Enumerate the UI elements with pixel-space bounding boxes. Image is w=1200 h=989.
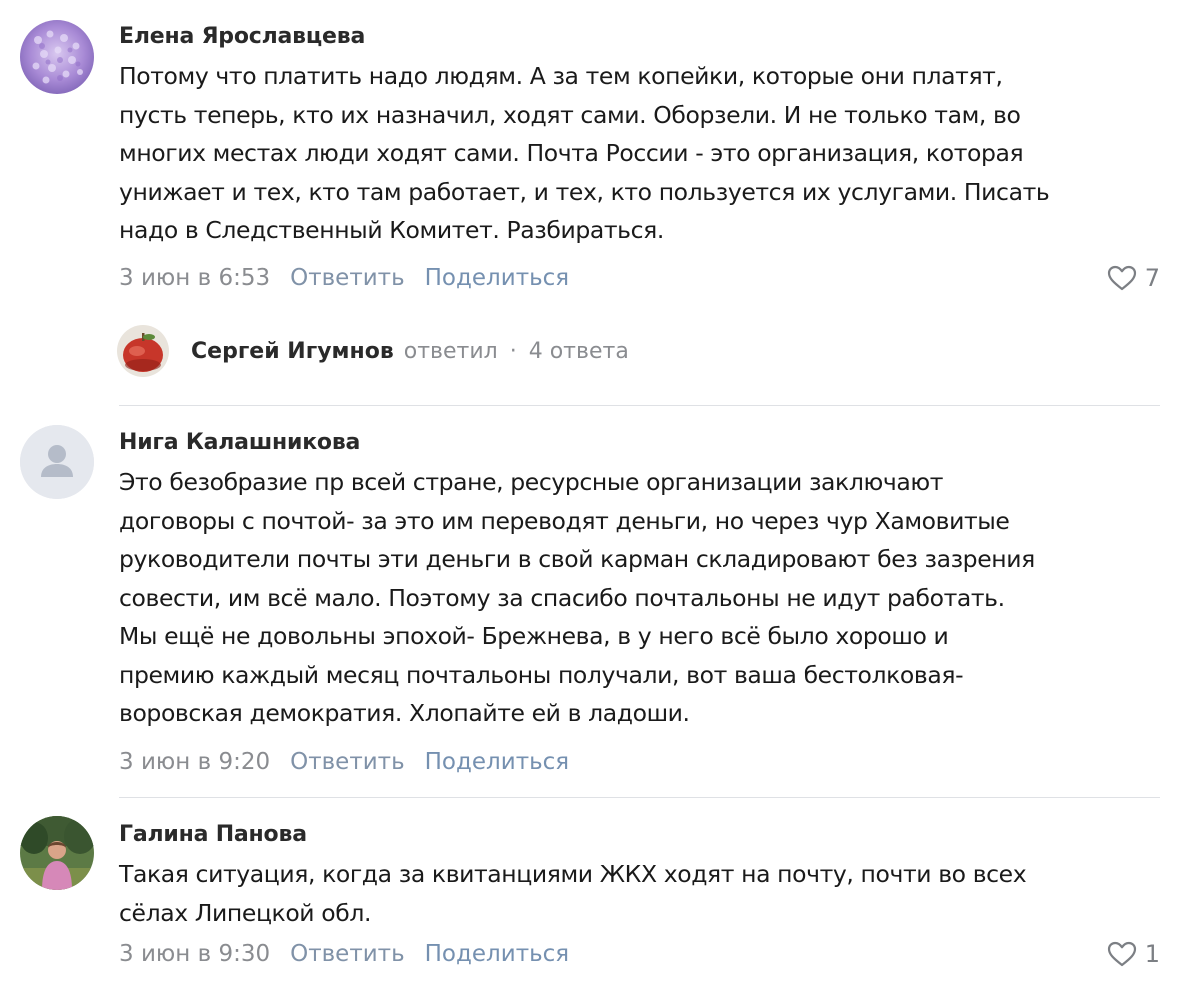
comment-date[interactable]: 3 июн в 6:53 [119,265,270,291]
comment: Нига Калашникова Это безобразие пр всей … [0,406,1200,796]
comment-text-line: сёлах Липецкой обл. [119,898,372,927]
apple-avatar-image [117,325,169,377]
comment-text-line: руководители почты эти деньги в свой кар… [119,545,1035,573]
comment-author[interactable]: Галина Панова [119,822,307,847]
avatar[interactable] [20,816,94,890]
replies-count[interactable]: 4 ответа [529,339,629,364]
replies-thread[interactable]: Сергей Игумнов ответил · 4 ответа [117,325,629,377]
comment: Елена Ярославцева Потому что платить над… [0,0,1200,400]
share-button[interactable]: Поделиться [425,941,570,967]
like-count: 1 [1144,940,1160,968]
like-button[interactable]: 7 [1107,264,1160,292]
comment-date[interactable]: 3 июн в 9:30 [119,941,270,967]
replier-avatar [117,325,169,377]
comment-text-line: Это безобразие пр всей стране, ресурсные… [119,468,944,496]
like-button[interactable]: 1 [1107,940,1160,968]
avatar[interactable] [20,425,94,499]
heart-outline-icon [1107,265,1136,291]
comment-text-line: премию каждый месяц почтальоны получали,… [119,660,964,689]
user-silhouette-icon [20,425,94,499]
like-count: 7 [1144,264,1160,292]
separator-dot: · [509,338,517,364]
comment-text: Это безобразие пр всей стране, ресурсные… [119,463,1179,733]
comment-meta: 3 июн в 6:53 Ответить Поделиться [119,265,589,291]
replied-label: ответил [403,338,498,364]
comment-text: Такая ситуация, когда за квитанциями ЖКХ… [119,855,1179,932]
comment-text-line: пусть теперь, кто их назначил, ходят сам… [119,100,1021,129]
comment-text-line: воровская демократия. Хлопайте ей в ладо… [119,699,690,727]
comment-text-line: надо в Следственный Комитет. Разбираться… [119,216,664,244]
comment-meta: 3 июн в 9:20 Ответить Поделиться [119,749,589,775]
reply-button[interactable]: Ответить [290,265,405,291]
comment-text-line: договоры с почтой- за это им переводят д… [119,506,1010,535]
comment-text-line: Такая ситуация, когда за квитанциями ЖКХ… [119,860,1027,888]
reply-button[interactable]: Ответить [290,941,405,967]
woman-photo-avatar-image [20,816,94,890]
comment-meta: 3 июн в 9:30 Ответить Поделиться [119,941,589,967]
heart-outline-icon [1107,941,1136,967]
lilac-flower-avatar-image [20,20,94,94]
comment-text-line: унижает и тех, кто там работает, и тех, … [119,177,1050,206]
comment-author[interactable]: Нига Калашникова [119,430,360,455]
share-button[interactable]: Поделиться [425,749,570,775]
comment-date[interactable]: 3 июн в 9:20 [119,749,270,775]
avatar[interactable] [20,20,94,94]
comment-text-line: Потому что платить надо людям. А за тем … [119,62,1003,90]
comment: Галина Панова Такая ситуация, когда за к… [0,798,1200,989]
comment-author[interactable]: Елена Ярославцева [119,24,365,49]
comment-text-line: Мы ещё не довольны эпохой- Брежнева, в у… [119,622,949,650]
comment-text: Потому что платить надо людям. А за тем … [119,57,1179,250]
share-button[interactable]: Поделиться [425,265,570,291]
reply-button[interactable]: Ответить [290,749,405,775]
comment-text-line: совести, им всё мало. Поэтому за спасибо… [119,583,1005,612]
replier-name[interactable]: Сергей Игумнов [191,339,394,364]
comment-text-line: многих местах люди ходят сами. Почта Рос… [119,139,1024,167]
